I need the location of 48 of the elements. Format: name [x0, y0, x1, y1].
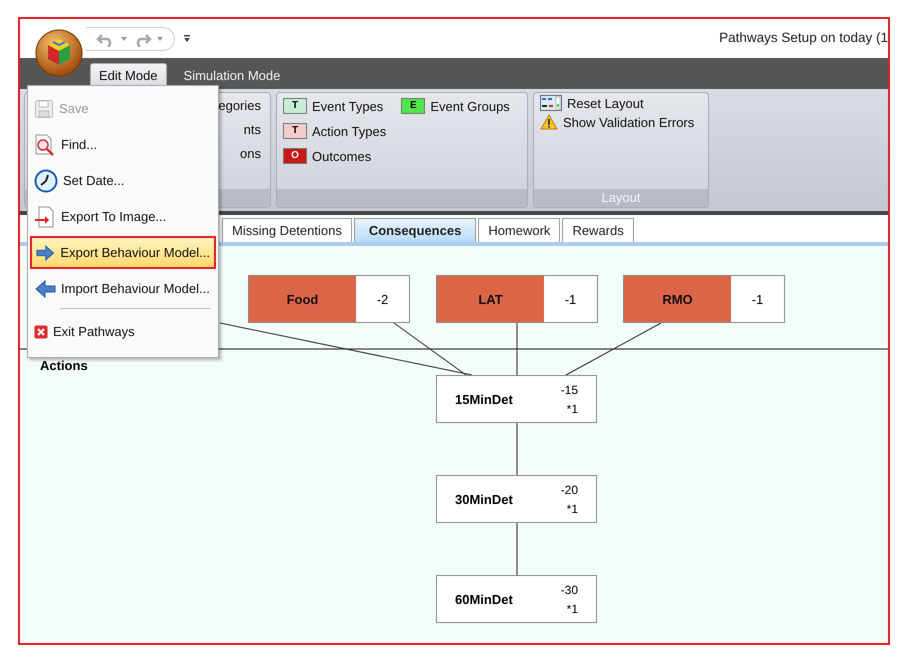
menu-item[interactable]: Import Behaviour Model...: [30, 272, 216, 305]
export-file-icon: [34, 206, 56, 228]
customize-icon[interactable]: [183, 34, 191, 43]
ribbon-item[interactable]: ons: [240, 146, 261, 161]
action-node[interactable]: 15MinDet -15 *1: [436, 375, 597, 423]
ribbon-item[interactable]: T Event Types: [283, 98, 384, 114]
type-badge: E: [401, 98, 426, 114]
document-tab[interactable]: Rewards: [562, 218, 634, 242]
action-node[interactable]: 30MinDet -20 *1: [436, 475, 597, 523]
section-label: Actions: [40, 358, 88, 373]
ribbon-item[interactable]: Show Validation Errors: [540, 114, 694, 130]
warning-icon: [540, 114, 558, 130]
ribbon-item[interactable]: T Action Types: [283, 123, 386, 139]
document-tab[interactable]: Missing Detentions: [222, 218, 352, 242]
ribbon-item[interactable]: nts: [244, 122, 261, 137]
search-icon: [34, 134, 56, 156]
application-orb-icon[interactable]: [35, 29, 83, 77]
close-icon: [34, 324, 48, 338]
connector-line: [516, 322, 518, 376]
type-badge: T: [283, 123, 307, 139]
arrow-left-icon: [34, 278, 56, 298]
group-caption-bar: Layout: [534, 189, 708, 207]
layout-icon: [540, 95, 562, 111]
behaviour-node[interactable]: Food -2: [248, 275, 410, 323]
type-badge: O: [283, 148, 307, 164]
menu-item[interactable]: Find...: [30, 128, 216, 161]
menu-item[interactable]: Exit Pathways: [30, 315, 216, 348]
dropdown-icon[interactable]: [120, 36, 128, 42]
action-node[interactable]: 60MinDet -30 *1: [436, 575, 597, 623]
menu-item[interactable]: Set Date...: [30, 164, 216, 197]
behaviour-node[interactable]: LAT -1: [436, 275, 598, 323]
window-title: Pathways Setup on today (1: [719, 30, 888, 45]
arrow-right-icon: [36, 242, 56, 262]
dropdown-icon[interactable]: [156, 36, 164, 42]
connector-line: [516, 522, 518, 576]
document-tab[interactable]: Homework: [478, 218, 560, 242]
ribbon-item[interactable]: Reset Layout: [540, 95, 644, 111]
behaviour-node[interactable]: RMO -1: [623, 275, 785, 323]
menu-item[interactable]: Export To Image...: [30, 200, 216, 233]
ribbon-item[interactable]: E Event Groups: [401, 98, 510, 114]
connector-line: [516, 422, 518, 476]
ribbon-item[interactable]: O Outcomes: [283, 148, 372, 164]
type-badge: T: [283, 98, 307, 114]
document-tab[interactable]: Consequences: [354, 218, 476, 242]
ribbon-item[interactable]: egories: [218, 98, 261, 113]
menu-item[interactable]: Export Behaviour Model...: [30, 236, 216, 269]
ribbon-tab[interactable]: Simulation Mode: [174, 63, 290, 89]
clock-icon: [34, 168, 58, 192]
